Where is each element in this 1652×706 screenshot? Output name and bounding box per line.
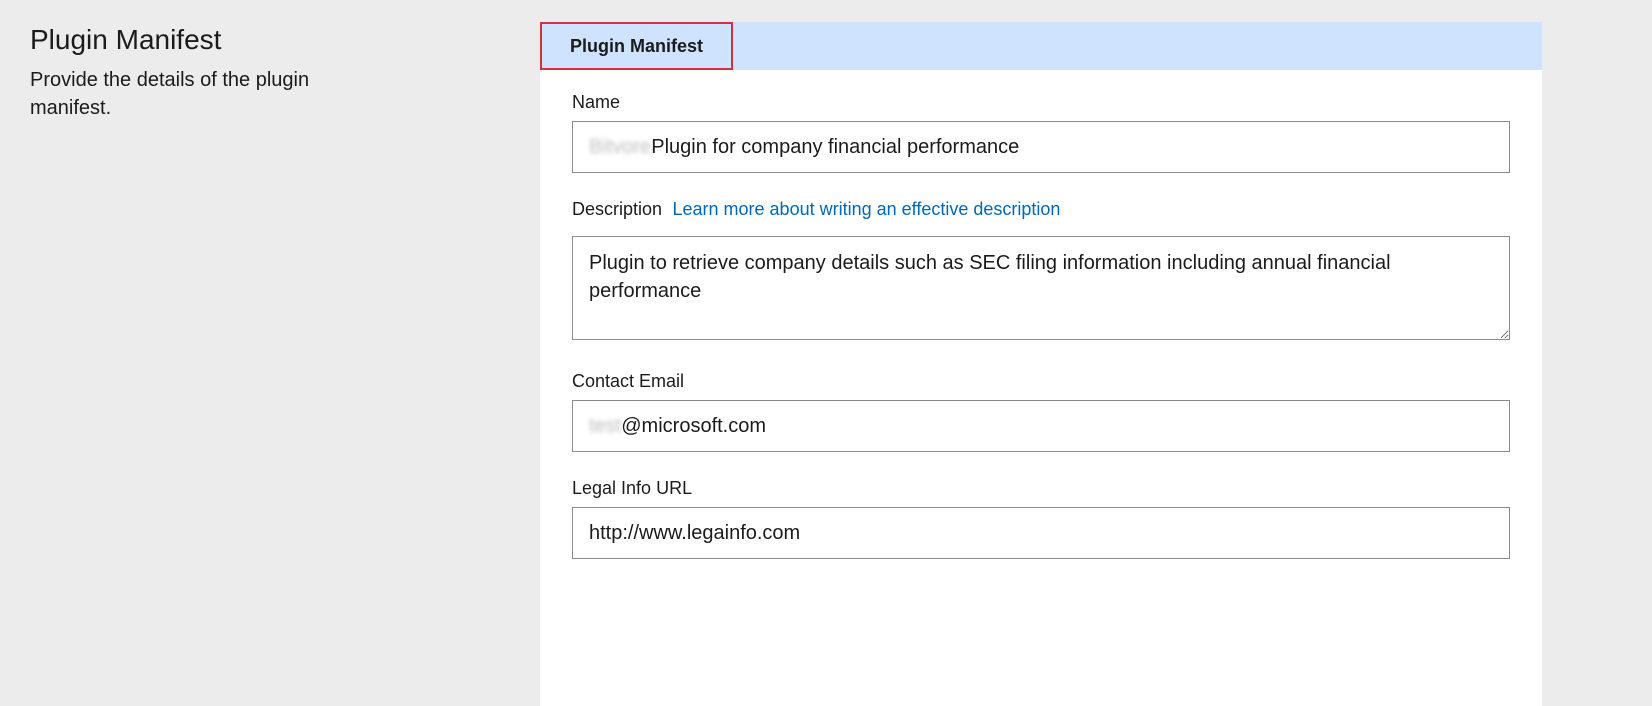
legal-info-url-input[interactable]: [572, 507, 1510, 559]
form-panel: Name Bitvore Plugin for company financia…: [540, 70, 1542, 706]
legal-info-url-label: Legal Info URL: [572, 478, 692, 499]
form-group-contact-email: Contact Email test@microsoft.com: [572, 371, 1510, 452]
name-input[interactable]: Bitvore Plugin for company financial per…: [572, 121, 1510, 173]
form-group-description: Description Learn more about writing an …: [572, 199, 1510, 345]
contact-email-value: @microsoft.com: [621, 415, 766, 438]
page-title: Plugin Manifest: [30, 24, 510, 56]
tab-bar: Plugin Manifest: [540, 22, 1542, 70]
tab-plugin-manifest[interactable]: Plugin Manifest: [540, 22, 733, 70]
contact-email-label: Contact Email: [572, 371, 684, 392]
form-group-legal-info-url: Legal Info URL: [572, 478, 1510, 559]
contact-email-input[interactable]: test@microsoft.com: [572, 400, 1510, 452]
description-help-link[interactable]: Learn more about writing an effective de…: [673, 199, 1061, 219]
name-label: Name: [572, 92, 620, 113]
name-value: Plugin for company financial performance: [651, 136, 1019, 159]
description-label: Description: [572, 199, 662, 220]
sidebar: Plugin Manifest Provide the details of t…: [0, 0, 540, 706]
page-subtitle: Provide the details of the plugin manife…: [30, 66, 390, 122]
contact-email-blurred-prefix: test: [589, 415, 621, 438]
form-group-name: Name Bitvore Plugin for company financia…: [572, 92, 1510, 173]
name-blurred-prefix: Bitvore: [589, 136, 651, 159]
main-panel: Plugin Manifest Name Bitvore Plugin for …: [540, 0, 1652, 706]
description-input[interactable]: [572, 236, 1510, 340]
